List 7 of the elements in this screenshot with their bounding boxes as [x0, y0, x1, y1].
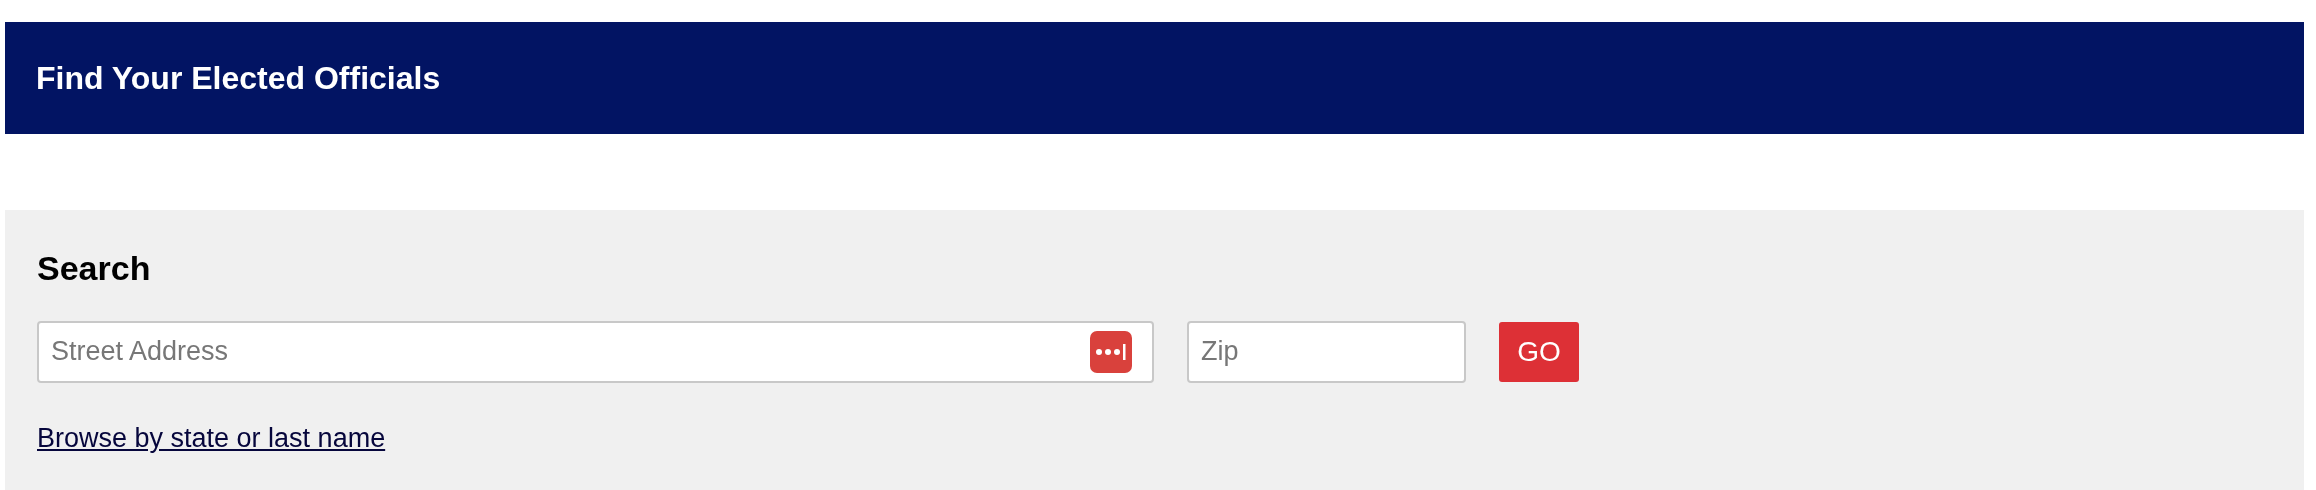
password-manager-icon[interactable] — [1090, 330, 1132, 373]
go-button[interactable]: GO — [1499, 321, 1579, 382]
search-heading: Search — [37, 248, 152, 289]
street-address-field[interactable]: Street Address — [37, 320, 1154, 383]
zip-field[interactable]: Zip — [1187, 320, 1466, 383]
browse-link[interactable]: Browse by state or last name — [37, 422, 386, 454]
page-title: Find Your Elected Officials — [36, 59, 441, 97]
